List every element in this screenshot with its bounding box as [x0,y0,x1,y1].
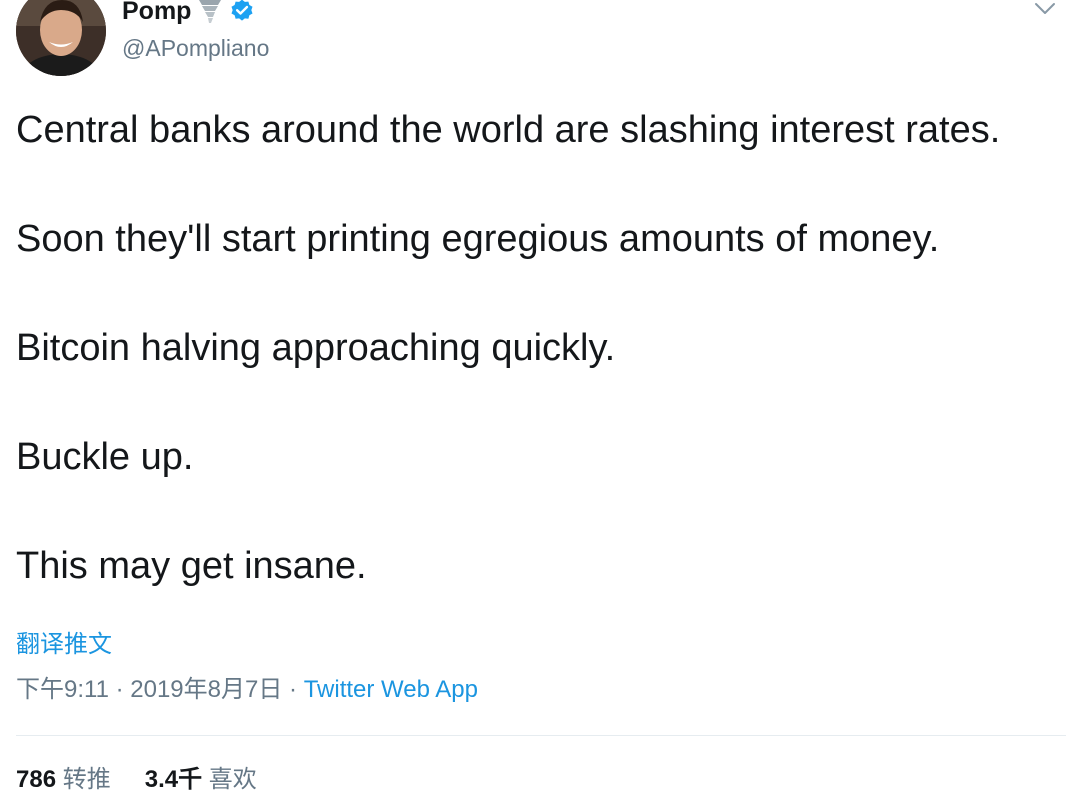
tweet-meta: 下午9:11 · 2019年8月7日 · Twitter Web App [16,673,478,707]
avatar[interactable] [16,0,106,76]
translate-tweet-link[interactable]: 翻译推文 [16,628,112,662]
author-name-row[interactable]: Pomp [122,0,255,26]
meta-separator: · [282,676,304,703]
tweet-line: Bitcoin halving approaching quickly. [16,327,616,369]
tweet-time[interactable]: 下午9:11 [16,676,109,703]
likes-count: 3.4千 [144,766,203,793]
chevron-down-icon[interactable] [1032,0,1058,22]
divider [16,735,1066,736]
tweet-source-link[interactable]: Twitter Web App [304,676,478,703]
tweet-line: Buckle up. [16,436,194,478]
likes-stat[interactable]: 3.4千 喜欢 [145,766,257,793]
author-display-name[interactable]: Pomp [122,0,191,26]
meta-separator: · [108,676,131,703]
retweets-stat[interactable]: 786 转推 [16,766,111,793]
author-handle[interactable]: @APompliano [122,34,269,62]
retweets-label: 转推 [62,766,111,793]
likes-label: 喜欢 [208,766,257,793]
tweet-text: Central banks around the world are slash… [16,106,1066,590]
tweet-line: This may get insane. [16,545,367,587]
tweet-date[interactable]: 2019年8月7日 [130,676,282,703]
verified-badge-icon [229,0,255,24]
tweet-header: Pomp @APompliano [14,0,1066,76]
tweet-line: Central banks around the world are slash… [16,109,1001,151]
retweets-count: 786 [16,766,57,793]
tweet-line: Soon they'll start printing egregious am… [16,218,940,260]
tornado-icon [197,0,223,25]
tweet-stats: 786 转推 3.4千 喜欢 [16,763,291,797]
